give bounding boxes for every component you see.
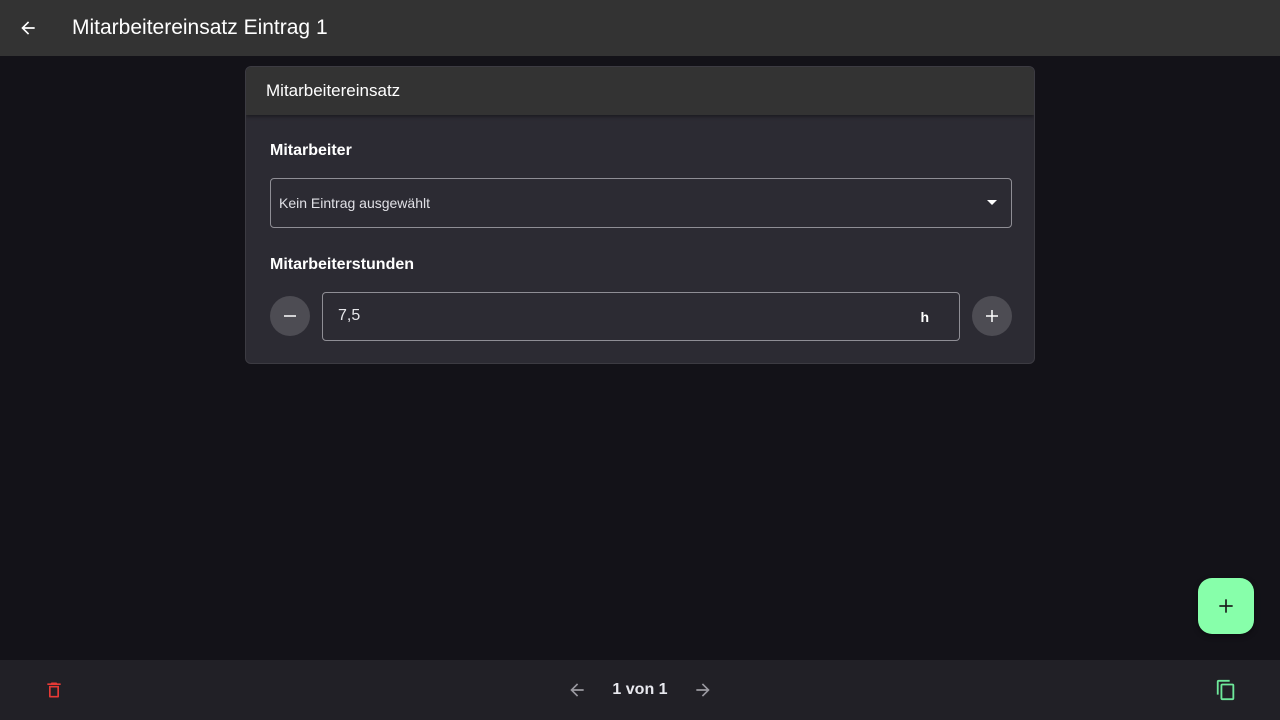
card-header: Mitarbeitereinsatz bbox=[246, 67, 1034, 115]
next-entry-button[interactable] bbox=[687, 674, 719, 706]
back-button[interactable] bbox=[12, 12, 44, 44]
add-entry-button[interactable] bbox=[1198, 578, 1254, 634]
hours-value: 7,5 bbox=[338, 307, 361, 324]
hours-unit: h bbox=[920, 309, 929, 325]
arrow-left-icon bbox=[21, 21, 35, 35]
delete-button[interactable] bbox=[38, 674, 70, 706]
arrow-right-icon bbox=[696, 683, 710, 697]
plus-icon bbox=[986, 310, 998, 322]
copy-icon bbox=[1216, 679, 1235, 701]
plus-icon bbox=[1219, 599, 1233, 613]
hours-label: Mitarbeiterstunden bbox=[270, 256, 415, 273]
employee-select-value: Kein Eintrag ausgewählt bbox=[279, 195, 430, 211]
employee-assignment-card: Mitarbeitereinsatz Mitarbeiter Kein Eint… bbox=[245, 66, 1035, 364]
previous-entry-button[interactable] bbox=[561, 674, 593, 706]
employee-select[interactable]: Kein Eintrag ausgewählt bbox=[270, 178, 1012, 228]
arrow-left-icon bbox=[570, 683, 584, 697]
bottom-bar: 1 von 1 bbox=[0, 660, 1280, 720]
minus-icon bbox=[284, 315, 296, 317]
employee-label: Mitarbeiter bbox=[270, 142, 352, 159]
increment-hours-button[interactable] bbox=[972, 296, 1012, 336]
trash-icon bbox=[47, 682, 61, 698]
page-indicator: 1 von 1 bbox=[612, 681, 668, 698]
decrement-hours-button[interactable] bbox=[270, 296, 310, 336]
app-bar: Mitarbeitereinsatz Eintrag 1 bbox=[0, 0, 1280, 56]
caret-down-icon bbox=[987, 200, 997, 205]
hours-input[interactable]: 7,5 h bbox=[322, 292, 960, 341]
page-title: Mitarbeitereinsatz Eintrag 1 bbox=[72, 16, 328, 39]
copy-entry-button[interactable] bbox=[1210, 674, 1242, 706]
